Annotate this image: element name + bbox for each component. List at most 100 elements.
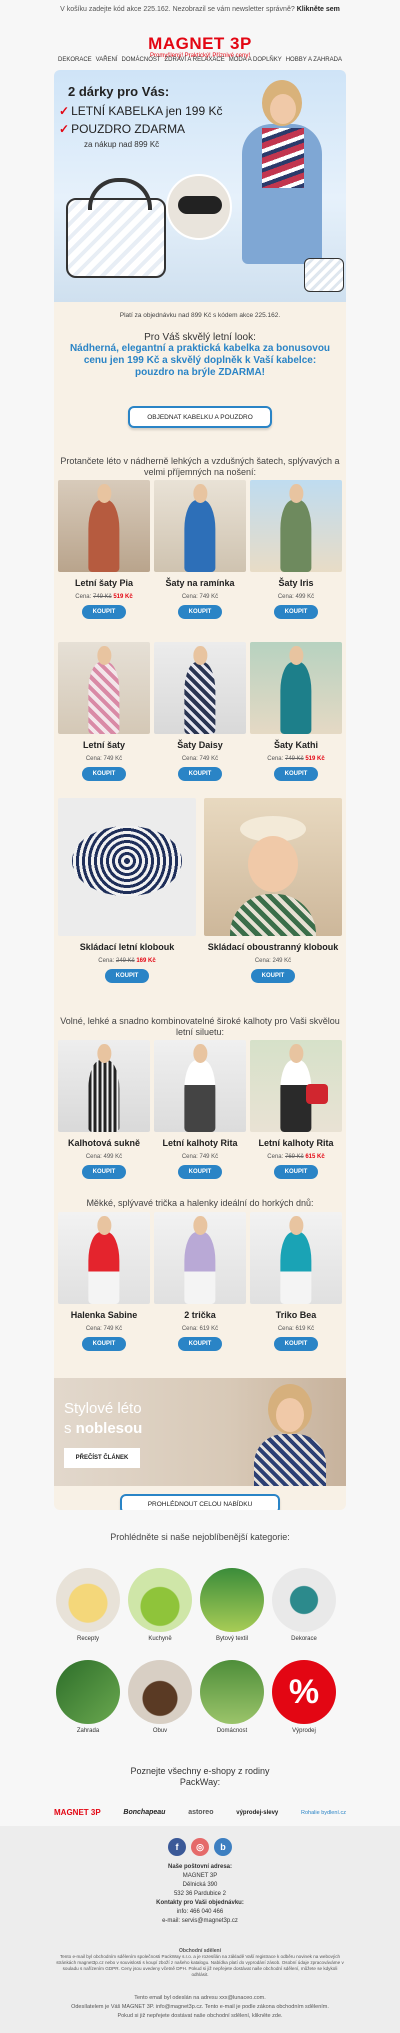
product-name[interactable]: Šaty Iris [250, 578, 342, 589]
category-label[interactable]: Zahrada [77, 1728, 99, 1734]
buy-button[interactable]: KOUPIT [82, 605, 126, 619]
product-image[interactable] [58, 1212, 150, 1304]
category-label[interactable]: Domácnost [217, 1728, 247, 1734]
product-card[interactable]: Šaty na ramínka Cena: 749 Kč KOUPIT [154, 480, 246, 619]
product-card[interactable]: Letní kalhoty Rita Cena: 749 Kč KOUPIT [154, 1040, 246, 1179]
product-card[interactable]: Šaty Kathi Cena: 749 Kč 519 Kč KOUPIT [250, 642, 342, 781]
product-card[interactable]: Triko Bea Cena: 619 Kč KOUPIT [250, 1212, 342, 1351]
category-image[interactable] [128, 1660, 192, 1724]
buy-button[interactable]: KOUPIT [274, 605, 318, 619]
category-image[interactable] [200, 1568, 264, 1632]
category-label[interactable]: Výprodej [292, 1728, 316, 1734]
product-name[interactable]: Šaty Daisy [154, 740, 246, 751]
buy-button[interactable]: KOUPIT [274, 1165, 318, 1179]
buy-button[interactable]: KOUPIT [274, 1337, 318, 1351]
footer-email[interactable]: e-mail: servis@magnet3p.cz [162, 1918, 238, 1924]
product-card[interactable]: Kalhotová sukně Cena: 499 Kč KOUPIT [58, 1040, 150, 1179]
product-name[interactable]: Skládací oboustranný klobouk [204, 942, 342, 953]
product-image[interactable] [154, 1212, 246, 1304]
category-kuchyne[interactable]: Kuchyně [128, 1568, 192, 1642]
buy-button[interactable]: KOUPIT [178, 1165, 222, 1179]
product-name[interactable]: Šaty Kathi [250, 740, 342, 751]
product-card[interactable]: Skládací letní klobouk Cena: 249 Kč 169 … [58, 798, 196, 983]
product-name[interactable]: 2 trička [154, 1310, 246, 1321]
nav-item-vareni[interactable]: VAŘENÍ [96, 57, 118, 63]
product-card[interactable]: Skládací oboustranný klobouk Cena: 249 K… [204, 798, 342, 983]
product-image[interactable] [154, 642, 246, 734]
category-bytovy-textil[interactable]: Bytový textil [200, 1568, 264, 1642]
brand-rohalie[interactable]: Rohalie bydlení.cz [301, 1810, 346, 1816]
category-zahrada[interactable]: Zahrada [56, 1660, 120, 1734]
facebook-icon[interactable]: f [168, 1838, 186, 1856]
product-card[interactable]: Šaty Daisy Cena: 749 Kč KOUPIT [154, 642, 246, 781]
product-card[interactable]: Letní kalhoty Rita Cena: 769 Kč 615 Kč K… [250, 1040, 342, 1179]
product-image[interactable] [58, 798, 196, 936]
product-name[interactable]: Letní kalhoty Rita [250, 1138, 342, 1149]
preheader-link[interactable]: Klikněte sem [297, 6, 340, 13]
blog-banner[interactable]: Stylové léto s noblesou PŘEČÍST ČLÁNEK [54, 1378, 346, 1486]
buy-button[interactable]: KOUPIT [251, 969, 295, 983]
category-image[interactable] [272, 1568, 336, 1632]
percent-icon[interactable]: % [272, 1660, 336, 1724]
product-image[interactable] [58, 480, 150, 572]
product-name[interactable]: Letní šaty [58, 740, 150, 751]
product-image[interactable] [204, 798, 342, 936]
buy-button[interactable]: KOUPIT [82, 1165, 126, 1179]
product-image[interactable] [250, 1040, 342, 1132]
product-image[interactable] [250, 480, 342, 572]
nav-item-dekorace[interactable]: DEKORACE [58, 57, 92, 63]
category-label[interactable]: Kuchyně [148, 1636, 171, 1642]
category-dekorace[interactable]: Dekorace [272, 1568, 336, 1642]
brand-magnet3p[interactable]: MAGNET 3P [54, 1808, 101, 1817]
nav-item-moda[interactable]: MÓDA A DOPLŇKY [229, 57, 282, 63]
product-name[interactable]: Triko Bea [250, 1310, 342, 1321]
buy-button[interactable]: KOUPIT [82, 1337, 126, 1351]
product-image[interactable] [154, 1040, 246, 1132]
product-name[interactable]: Letní šaty Pia [58, 578, 150, 589]
category-label[interactable]: Dekorace [291, 1636, 317, 1642]
product-image[interactable] [250, 642, 342, 734]
product-name[interactable]: Halenka Sabine [58, 1310, 150, 1321]
brand-bonchapeau[interactable]: Bonchapeau [123, 1809, 165, 1816]
buy-button[interactable]: KOUPIT [178, 605, 222, 619]
category-recepty[interactable]: Recepty [56, 1568, 120, 1642]
category-image[interactable] [128, 1568, 192, 1632]
category-label[interactable]: Bytový textil [216, 1636, 248, 1642]
product-card[interactable]: 2 trička Cena: 619 Kč KOUPIT [154, 1212, 246, 1351]
logo[interactable]: MAGNET 3P Promyšlený! Praktický! Přízniv… [0, 34, 400, 59]
buy-button[interactable]: KOUPIT [178, 1337, 222, 1351]
product-image[interactable] [58, 642, 150, 734]
footer-phone[interactable]: info: 466 040 466 [177, 1909, 223, 1915]
category-image[interactable] [200, 1660, 264, 1724]
view-all-offers-button[interactable]: PROHLÉDNOUT CELOU NABÍDKU [120, 1494, 280, 1510]
buy-button[interactable]: KOUPIT [274, 767, 318, 781]
product-name[interactable]: Skládací letní klobouk [58, 942, 196, 953]
buy-button[interactable]: KOUPIT [82, 767, 126, 781]
unsubscribe-link[interactable]: Pokud si již nepřejete dostávat naše obc… [117, 2013, 282, 2019]
nav-item-domacnost[interactable]: DOMÁCNOST [122, 57, 161, 63]
product-card[interactable]: Šaty Iris Cena: 499 Kč KOUPIT [250, 480, 342, 619]
nav-item-zdravi[interactable]: ZDRAVÍ A RELAXACE [165, 57, 225, 63]
product-name[interactable]: Kalhotová sukně [58, 1138, 150, 1149]
category-domacnost[interactable]: Domácnost [200, 1660, 264, 1734]
category-label[interactable]: Obuv [153, 1728, 167, 1734]
category-vyprodej[interactable]: % Výprodej [272, 1660, 336, 1734]
product-image[interactable] [250, 1212, 342, 1304]
buy-button[interactable]: KOUPIT [105, 969, 149, 983]
product-card[interactable]: Halenka Sabine Cena: 749 Kč KOUPIT [58, 1212, 150, 1351]
instagram-icon[interactable]: ◎ [191, 1838, 209, 1856]
product-image[interactable] [58, 1040, 150, 1132]
product-card[interactable]: Letní šaty Cena: 749 Kč KOUPIT [58, 642, 150, 781]
buy-button[interactable]: KOUPIT [178, 767, 222, 781]
product-name[interactable]: Letní kalhoty Rita [154, 1138, 246, 1149]
product-card[interactable]: Letní šaty Pia Cena: 749 Kč 519 Kč KOUPI… [58, 480, 150, 619]
hero-banner[interactable]: 2 dárky pro Vás: ✓ LETNÍ KABELKA jen 199 … [54, 70, 346, 302]
nav-item-hobby[interactable]: HOBBY A ZAHRADA [286, 57, 342, 63]
category-image[interactable] [56, 1660, 120, 1724]
order-bag-button[interactable]: OBJEDNAT KABELKU A POUZDRO [128, 406, 272, 428]
brand-astoreo[interactable]: astoreo [188, 1809, 213, 1816]
blog-icon[interactable]: b [214, 1838, 232, 1856]
product-image[interactable] [154, 480, 246, 572]
category-obuv[interactable]: Obuv [128, 1660, 192, 1734]
product-name[interactable]: Šaty na ramínka [154, 578, 246, 589]
